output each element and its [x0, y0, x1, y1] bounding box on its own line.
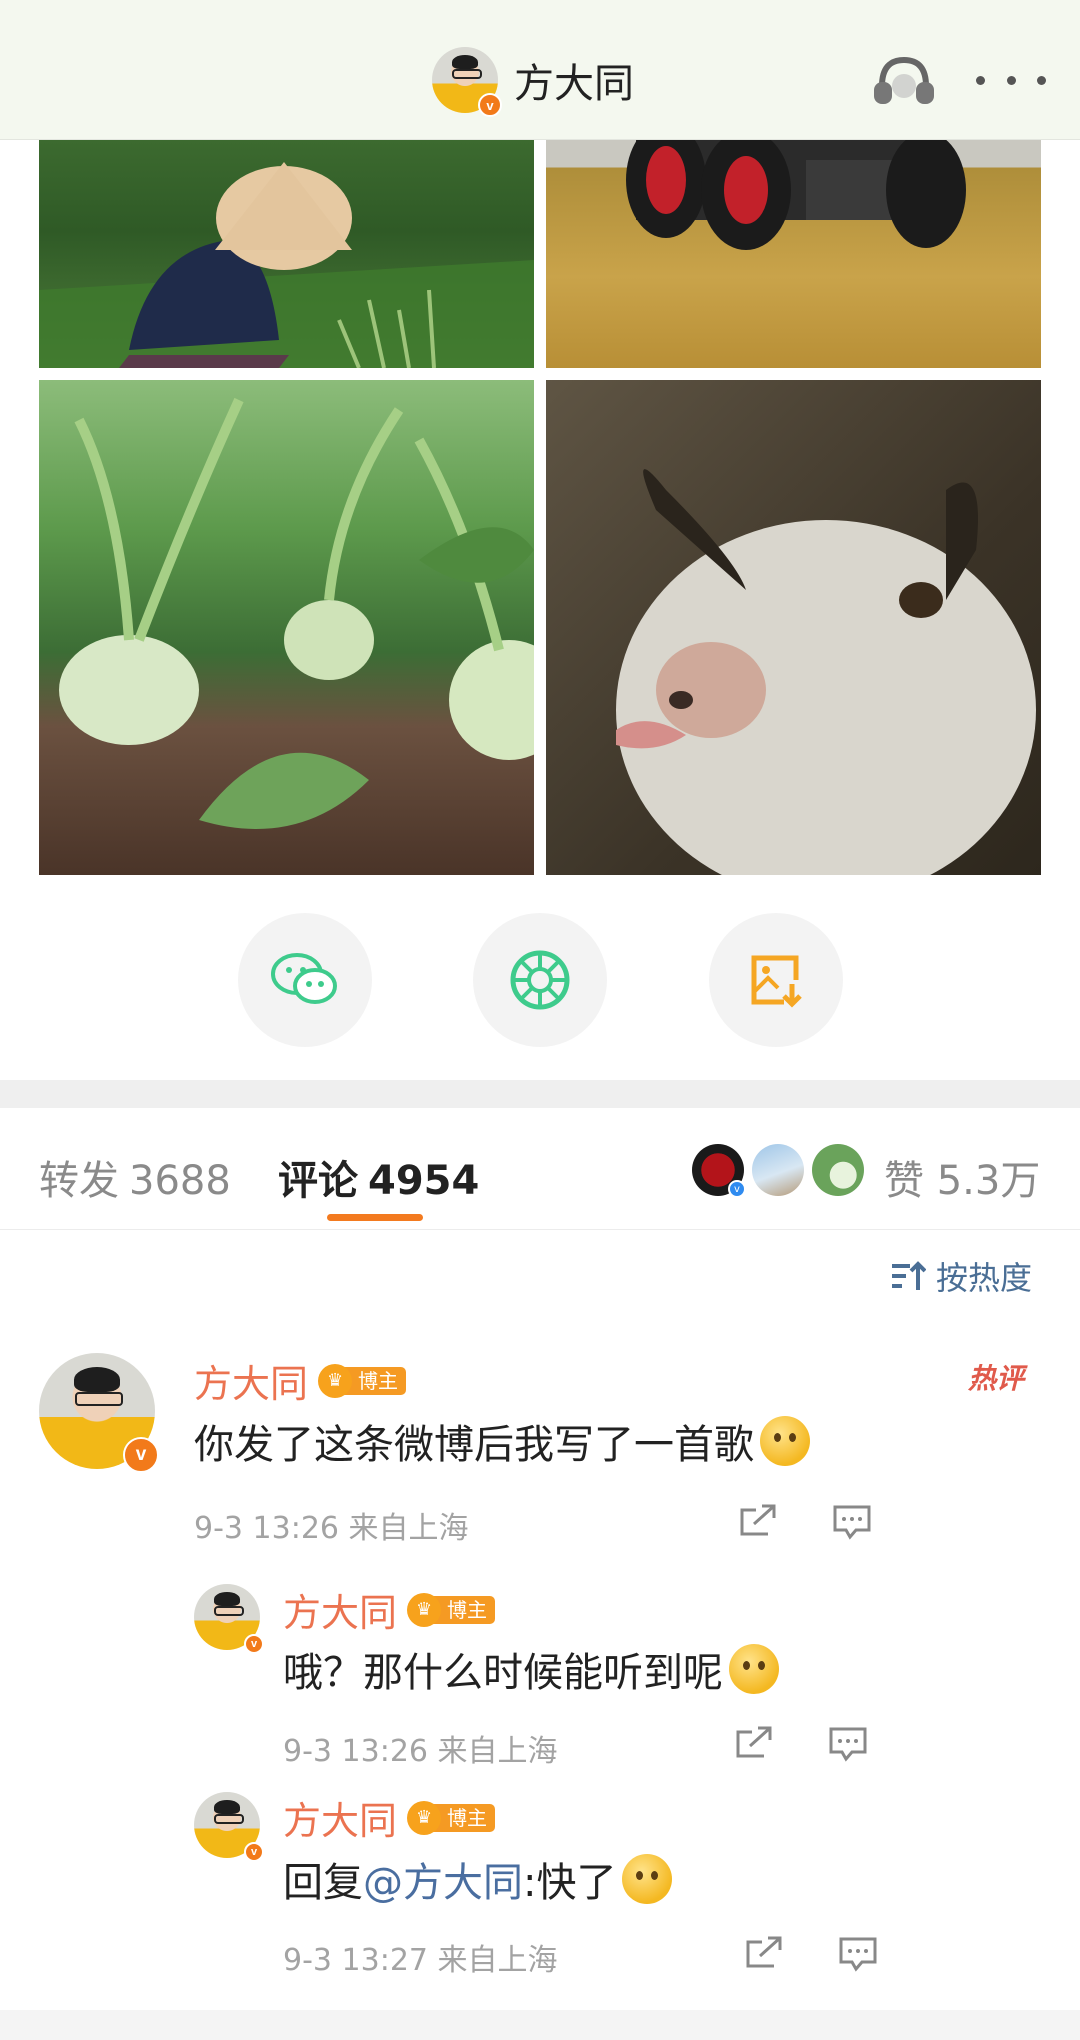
- reply-icon[interactable]: [832, 1504, 872, 1540]
- reply-username[interactable]: 方大同 ♛ 博主: [283, 1582, 496, 1637]
- comment-username[interactable]: 方大同 ♛ 博主: [194, 1353, 407, 1408]
- headset-icon[interactable]: [868, 52, 940, 108]
- photo-tractor[interactable]: [546, 140, 1041, 368]
- header-user[interactable]: v 方大同: [432, 46, 634, 117]
- wechat-icon: [271, 953, 337, 1004]
- crown-icon: ♛: [407, 1800, 442, 1835]
- blogger-badge: ♛ 博主: [407, 1592, 496, 1627]
- verified-badge-icon: v: [244, 1842, 264, 1862]
- hot-comment-tag: 热评: [968, 1362, 1025, 1395]
- repost-icon[interactable]: [744, 1936, 784, 1972]
- comment-meta: 9-3 13:26 来自上海: [194, 1511, 469, 1546]
- avatar[interactable]: v: [194, 1584, 264, 1654]
- blogger-badge: ♛ 博主: [407, 1800, 496, 1835]
- bottom-strip: [0, 2010, 1080, 2040]
- reply-username[interactable]: 方大同 ♛ 博主: [283, 1790, 496, 1845]
- photo-kohlrabi[interactable]: [39, 380, 534, 875]
- avatar[interactable]: v: [194, 1792, 264, 1862]
- tab-comment[interactable]: 评论 4954: [278, 1148, 479, 1206]
- reply-text: 回复 @方大同:快了: [283, 1850, 673, 1908]
- save-image-button[interactable]: [709, 913, 843, 1047]
- avatar[interactable]: v: [432, 47, 502, 117]
- reply-text: 哦？那什么时候能听到呢: [283, 1640, 779, 1698]
- share-wechat-button[interactable]: [238, 913, 372, 1047]
- active-tab-indicator: [327, 1214, 423, 1221]
- mention-link[interactable]: @方大同: [363, 1850, 523, 1908]
- crown-icon: ♛: [407, 1592, 442, 1627]
- verified-badge-icon: v: [123, 1437, 159, 1473]
- reply-icon[interactable]: [828, 1726, 868, 1762]
- reply-meta: 9-3 13:26 来自上海: [283, 1734, 558, 1769]
- photo-farmer[interactable]: [39, 140, 534, 368]
- reply-meta: 9-3 13:27 来自上海: [283, 1943, 558, 1978]
- more-icon[interactable]: [976, 58, 1046, 102]
- liker-avatars[interactable]: v: [692, 1144, 872, 1198]
- crown-icon: ♛: [318, 1363, 353, 1398]
- avatar[interactable]: v: [692, 1144, 746, 1198]
- comment-text: 你发了这条微博后我写了一首歌: [194, 1412, 810, 1470]
- avatar[interactable]: [752, 1144, 804, 1196]
- top-bar: v 方大同: [0, 0, 1080, 140]
- avatar[interactable]: v: [39, 1353, 159, 1473]
- moments-icon: [510, 950, 570, 1010]
- blogger-badge: ♛ 博主: [318, 1363, 407, 1398]
- repost-icon[interactable]: [734, 1726, 774, 1762]
- header-username: 方大同: [514, 61, 634, 107]
- sort-icon: [892, 1261, 926, 1290]
- emoji-icon: [729, 1644, 779, 1694]
- tab-repost[interactable]: 转发 3688: [39, 1148, 231, 1206]
- emoji-icon: [622, 1854, 673, 1904]
- avatar[interactable]: [812, 1144, 864, 1196]
- save-image-icon: [751, 955, 802, 1008]
- verified-badge-icon: v: [478, 93, 502, 117]
- share-moments-button[interactable]: [473, 913, 607, 1047]
- tab-like[interactable]: 赞 5.3万: [884, 1148, 1040, 1206]
- interaction-tabs: 转发 3688 评论 4954 v 赞 5.3万: [0, 1108, 1080, 1230]
- emoji-icon: [760, 1416, 810, 1466]
- verified-badge-icon: v: [728, 1180, 746, 1198]
- verified-badge-icon: v: [244, 1634, 264, 1654]
- photo-goat[interactable]: [546, 380, 1041, 875]
- section-separator: [0, 1080, 1080, 1108]
- reply-icon[interactable]: [838, 1936, 878, 1972]
- sort-button[interactable]: 按热度: [890, 1253, 1032, 1299]
- repost-icon[interactable]: [738, 1504, 778, 1540]
